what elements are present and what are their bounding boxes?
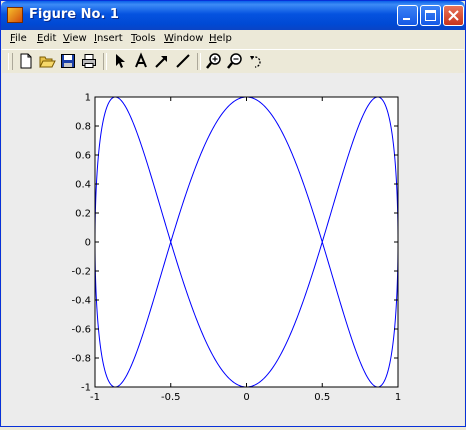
zoom-in-icon[interactable] xyxy=(205,52,223,70)
menu-view[interactable]: View xyxy=(63,33,87,44)
matlab-logo-icon[interactable] xyxy=(7,7,23,23)
x-tick-label: 1 xyxy=(395,392,401,403)
figure-window: Figure No. 1 File Edit View Insert Tools… xyxy=(0,0,466,427)
toolbar-grip[interactable] xyxy=(8,53,13,70)
x-tick-label: -1 xyxy=(90,392,100,403)
save-icon[interactable] xyxy=(59,52,77,70)
axes-background xyxy=(95,97,398,387)
close-button[interactable] xyxy=(443,5,464,26)
y-tick-label: -1 xyxy=(81,383,91,394)
x-tick-label: 0.5 xyxy=(314,392,330,403)
figure-canvas[interactable]: -1 -0.5 0 0.5 1 1 0.8 0.6 0.4 0.2 0 -0.2 -0.4 -0.6 -0… xyxy=(2,73,464,426)
y-tick-label: -0.4 xyxy=(71,296,91,307)
figure-toolbar xyxy=(2,49,464,74)
title-bar[interactable]: Figure No. 1 xyxy=(1,1,465,30)
rotate-icon[interactable] xyxy=(247,52,265,70)
menu-window[interactable]: Window xyxy=(164,33,203,44)
toolbar-separator xyxy=(197,53,201,70)
menu-edit[interactable]: Edit xyxy=(37,33,56,44)
menu-file[interactable]: File xyxy=(10,33,27,44)
new-file-icon[interactable] xyxy=(17,52,35,70)
text-tool-icon[interactable] xyxy=(132,52,150,70)
maximize-icon xyxy=(425,10,436,21)
y-tick-label: 0.8 xyxy=(75,122,91,133)
line-tool-icon[interactable] xyxy=(174,52,192,70)
y-tick-label: -0.8 xyxy=(71,354,91,365)
y-tick-label: 0.2 xyxy=(75,209,91,220)
select-arrow-icon[interactable] xyxy=(111,52,129,70)
y-tick-label: 0.4 xyxy=(75,180,91,191)
y-tick-label: 1 xyxy=(85,93,91,104)
window-title: Figure No. 1 xyxy=(29,7,119,22)
maximize-button[interactable] xyxy=(420,5,441,26)
y-tick-label: 0 xyxy=(85,238,91,249)
menu-tools[interactable]: Tools xyxy=(131,33,156,44)
menu-help[interactable]: Help xyxy=(209,33,232,44)
line-plot[interactable]: -1 -0.5 0 0.5 1 1 0.8 0.6 0.4 0.2 0 -0.2 -0.4 -0.6 -0… xyxy=(2,73,464,426)
open-folder-icon[interactable] xyxy=(38,52,56,70)
print-icon[interactable] xyxy=(80,52,98,70)
menu-bar: File Edit View Insert Tools Window Help xyxy=(2,30,464,49)
y-tick-label: 0.6 xyxy=(75,151,91,162)
toolbar-separator xyxy=(103,53,107,70)
close-icon xyxy=(448,10,459,21)
minimize-button[interactable] xyxy=(397,5,418,26)
zoom-out-icon[interactable] xyxy=(226,52,244,70)
x-tick-label: -0.5 xyxy=(161,392,181,403)
menu-insert[interactable]: Insert xyxy=(94,33,123,44)
y-tick-label: -0.6 xyxy=(71,325,91,336)
x-tick-label: 0 xyxy=(243,392,249,403)
arrow-tool-icon[interactable] xyxy=(153,52,171,70)
y-tick-label: -0.2 xyxy=(71,267,91,278)
minimize-icon xyxy=(403,18,410,20)
